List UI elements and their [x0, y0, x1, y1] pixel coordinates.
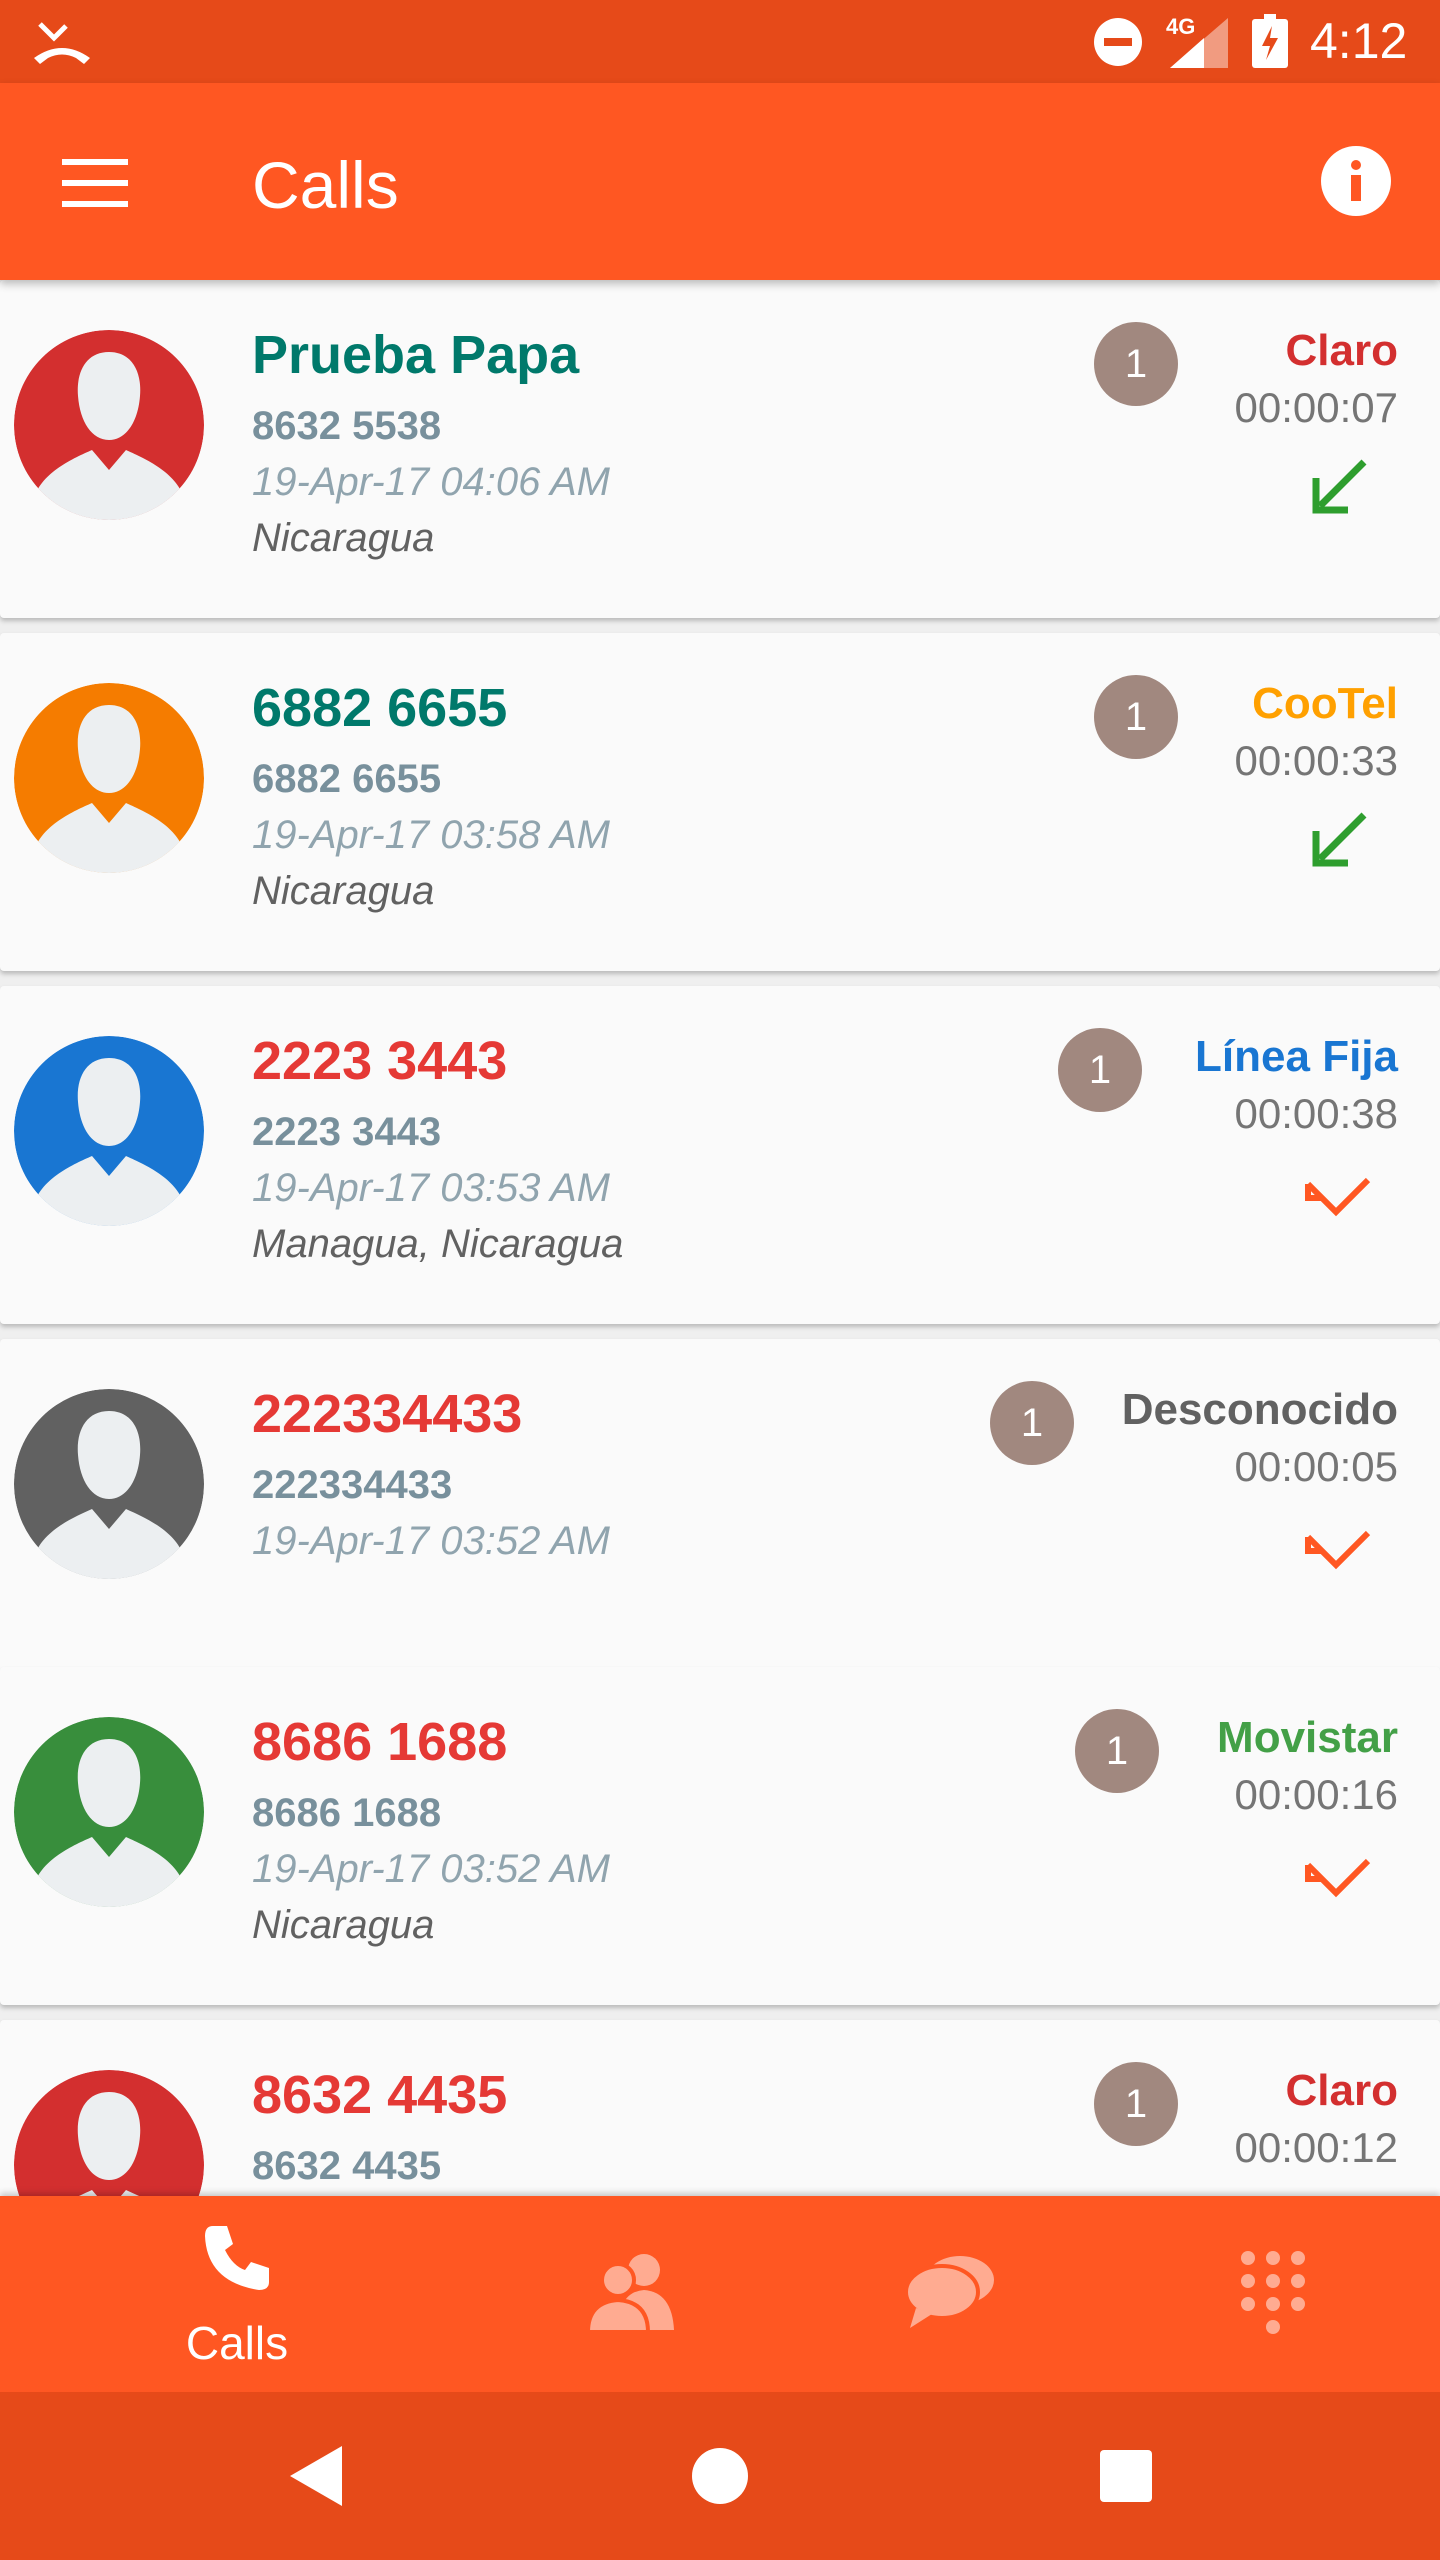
contact-avatar-icon — [14, 1036, 204, 1226]
contact-avatar-icon — [14, 1389, 204, 1579]
contact-name: 2223 3443 — [252, 1031, 508, 1091]
carrier-label: CooTel — [1252, 679, 1398, 728]
info-icon[interactable] — [1320, 145, 1392, 217]
battery-charging-icon — [1252, 14, 1288, 68]
phone-number: 8686 1688 — [252, 1791, 442, 1835]
call-count-badge: 1 — [1094, 2062, 1178, 2146]
incoming-call-icon — [1312, 459, 1367, 514]
call-datetime: 19-Apr-17 04:06 AM — [252, 460, 610, 504]
page-title: Calls — [252, 148, 399, 222]
call-datetime: 19-Apr-17 03:52 AM — [252, 1847, 610, 1891]
phone-number: 6882 6655 — [252, 757, 442, 801]
carrier-label: Claro — [1285, 326, 1398, 375]
call-card[interactable]: Prueba Papa 8632 5538 19-Apr-17 04:06 AM Ni… — [0, 280, 1440, 618]
home-icon[interactable] — [690, 2446, 750, 2506]
contact-name: 222334433 — [252, 1384, 523, 1444]
tab-calls-label: Calls — [185, 2317, 289, 2369]
bottom-nav: Calls — [0, 2196, 1440, 2392]
missed-call-icon — [1305, 1177, 1371, 1217]
call-duration: 00:00:33 — [1234, 737, 1399, 784]
call-card[interactable]: 8632 4435 8632 4435 1 Claro 00:00:12 — [0, 2020, 1440, 2196]
phone-number: 2223 3443 — [252, 1110, 442, 1154]
back-icon[interactable] — [286, 2444, 346, 2508]
call-count-badge: 1 — [1094, 675, 1178, 759]
contact-avatar-icon — [14, 683, 204, 873]
tab-dialpad[interactable] — [1108, 2196, 1438, 2392]
contact-name: Prueba Papa — [252, 325, 580, 385]
missed-call-icon — [1305, 1858, 1371, 1898]
carrier-label: Desconocido — [1121, 1385, 1398, 1434]
contact-avatar-icon — [14, 1717, 204, 1907]
contact-avatar-icon — [14, 330, 204, 520]
call-count-badge: 1 — [1075, 1709, 1159, 1793]
tab-messages[interactable] — [785, 2196, 1115, 2392]
contacts-icon — [585, 2254, 674, 2334]
call-duration: 00:00:05 — [1234, 1443, 1399, 1490]
call-card[interactable]: 8686 1688 8686 1688 19-Apr-17 03:52 AM Nica… — [0, 1667, 1440, 2005]
call-datetime: 19-Apr-17 03:58 AM — [252, 813, 610, 857]
phone-icon — [205, 2226, 269, 2290]
do-not-disturb-icon — [1094, 18, 1142, 66]
call-duration: 00:00:16 — [1234, 1771, 1399, 1818]
phone-number: 8632 4435 — [252, 2144, 442, 2188]
app-bar: Calls — [0, 83, 1440, 280]
chat-icon — [904, 2256, 994, 2328]
missed-call-icon — [34, 22, 90, 64]
call-duration: 00:00:07 — [1234, 384, 1399, 431]
carrier-label: Línea Fija — [1195, 1032, 1398, 1081]
call-location: Nicaragua — [252, 869, 435, 913]
contact-name: 8632 4435 — [252, 2065, 508, 2125]
clock: 4:12 — [1310, 13, 1408, 69]
phone-number: 222334433 — [252, 1463, 453, 1507]
call-card[interactable]: 6882 6655 6882 6655 19-Apr-17 03:58 AM Nica… — [0, 633, 1440, 971]
carrier-label: Claro — [1285, 2066, 1398, 2115]
menu-icon[interactable] — [62, 155, 132, 211]
status-bar: 4G 4:12 — [0, 0, 1440, 83]
call-duration: 00:00:12 — [1234, 2124, 1399, 2171]
tab-calls[interactable]: Calls — [72, 2196, 402, 2392]
call-location: Nicaragua — [252, 516, 435, 560]
incoming-call-icon — [1312, 812, 1367, 867]
call-list: Prueba Papa 8632 5538 19-Apr-17 04:06 AM Ni… — [0, 280, 1440, 2196]
call-location: Nicaragua — [252, 1903, 435, 1947]
call-card[interactable]: 2223 3443 2223 3443 19-Apr-17 03:53 AM Mana… — [0, 986, 1440, 1324]
call-card[interactable]: 222334433 222334433 19-Apr-17 03:52 AM 1 Des… — [0, 1339, 1440, 1677]
call-count-badge: 1 — [1058, 1028, 1142, 1112]
call-duration: 00:00:38 — [1234, 1090, 1399, 1137]
contact-name: 6882 6655 — [252, 678, 508, 738]
recents-icon[interactable] — [1098, 2448, 1154, 2504]
call-count-badge: 1 — [1094, 322, 1178, 406]
contact-name: 8686 1688 — [252, 1712, 508, 1772]
signal-icon — [1170, 18, 1228, 68]
missed-call-icon — [1305, 1530, 1371, 1570]
call-location: Managua, Nicaragua — [252, 1222, 624, 1266]
carrier-label: Movistar — [1217, 1713, 1398, 1762]
system-nav-bar — [0, 2392, 1440, 2560]
tab-contacts[interactable] — [465, 2196, 795, 2392]
call-datetime: 19-Apr-17 03:53 AM — [252, 1166, 610, 1210]
contact-avatar-icon — [14, 2070, 204, 2196]
call-count-badge: 1 — [990, 1381, 1074, 1465]
dialpad-icon — [1241, 2251, 1305, 2334]
call-datetime: 19-Apr-17 03:52 AM — [252, 1519, 610, 1563]
phone-number: 8632 5538 — [252, 404, 442, 448]
